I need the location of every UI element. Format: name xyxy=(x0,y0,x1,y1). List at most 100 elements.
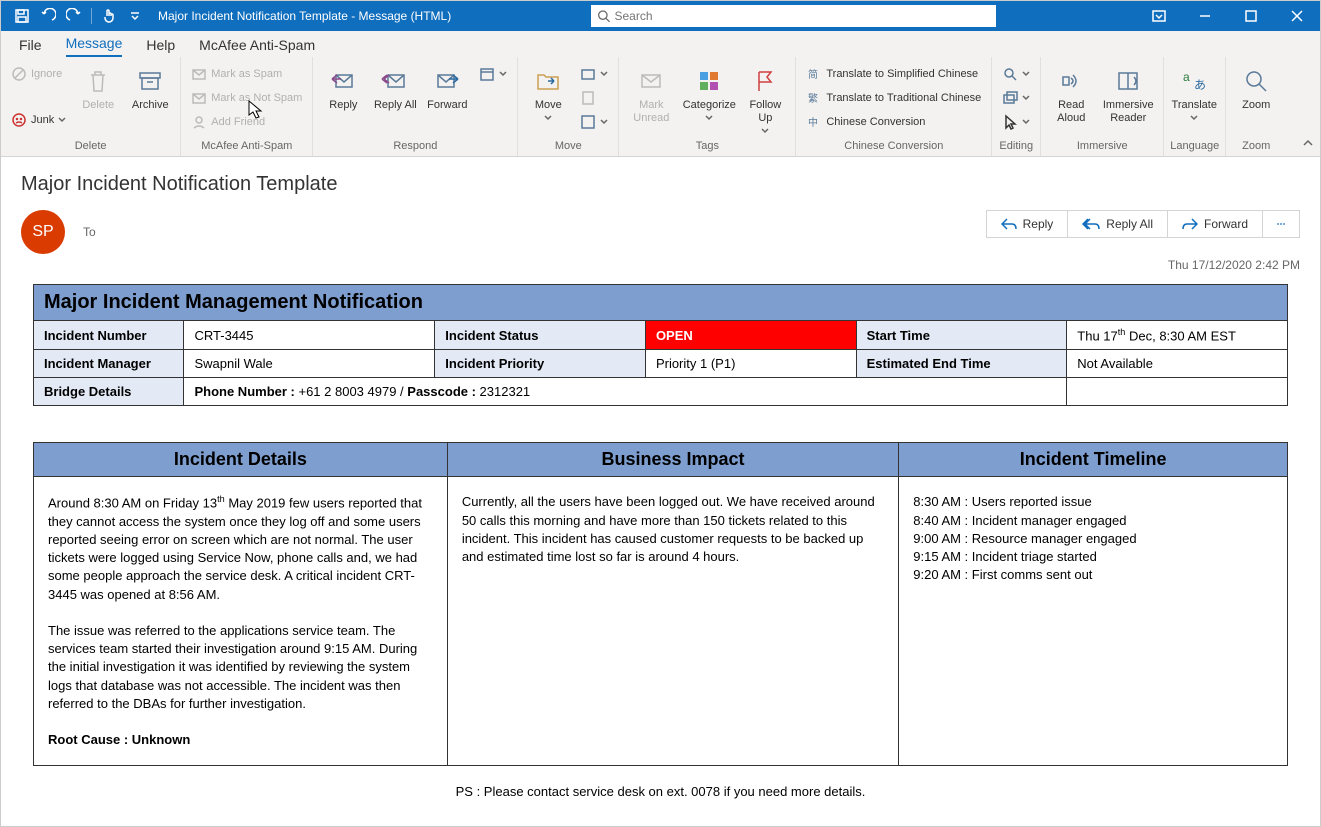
move-button[interactable]: Move xyxy=(524,61,572,122)
group-label: Delete xyxy=(7,138,174,156)
categorize-button[interactable]: Categorize xyxy=(681,61,737,122)
search-icon xyxy=(597,9,610,23)
select-button[interactable] xyxy=(998,111,1034,133)
search-box[interactable] xyxy=(591,5,996,27)
ribbon-group-language: aあTranslate Language xyxy=(1164,57,1226,156)
menu-message[interactable]: Message xyxy=(66,35,123,57)
menu-help[interactable]: Help xyxy=(146,37,175,57)
timeline-header: Incident Timeline xyxy=(899,443,1288,477)
delete-button[interactable]: Delete xyxy=(74,61,122,112)
maximize-icon[interactable] xyxy=(1228,1,1274,31)
translate-button[interactable]: aあTranslate xyxy=(1170,61,1218,122)
forward-button[interactable]: Forward xyxy=(423,61,471,112)
quick-access-toolbar xyxy=(1,5,146,27)
ribbon-display-icon[interactable] xyxy=(1136,1,1182,31)
related-button[interactable] xyxy=(998,87,1034,109)
add-friend-button[interactable]: Add Friend xyxy=(187,111,306,133)
svg-text:繁: 繁 xyxy=(808,92,818,105)
incident-details-table: Incident Details Business Impact Inciden… xyxy=(33,442,1288,766)
move-icon xyxy=(532,65,564,97)
save-icon[interactable] xyxy=(11,5,33,27)
translate-simplified-button[interactable]: 简Translate to Simplified Chinese xyxy=(802,63,985,85)
mark-spam-button[interactable]: Mark as Spam xyxy=(187,63,306,85)
actions-button[interactable] xyxy=(576,111,612,133)
chinese-conversion-button[interactable]: 中Chinese Conversion xyxy=(802,111,985,133)
reply-all-icon xyxy=(379,65,411,97)
find-button[interactable] xyxy=(998,63,1034,85)
archive-button[interactable]: Archive xyxy=(126,61,174,112)
details-cell: Around 8:30 AM on Friday 13th May 2019 f… xyxy=(34,477,448,766)
incident-status-value: OPEN xyxy=(645,321,856,350)
incident-summary-table: Major Incident Management Notification I… xyxy=(33,284,1288,406)
menu-file[interactable]: File xyxy=(19,37,42,57)
immersive-reader-button[interactable]: Immersive Reader xyxy=(1099,61,1157,125)
incident-manager-value: Swapnil Wale xyxy=(184,350,435,378)
group-label: Tags xyxy=(625,138,789,156)
bridge-label: Bridge Details xyxy=(34,378,184,406)
zoom-icon xyxy=(1240,65,1272,97)
reply-all-button[interactable]: Reply All xyxy=(371,61,419,112)
follow-up-button[interactable]: Follow Up xyxy=(741,61,789,135)
minimize-icon[interactable] xyxy=(1182,1,1228,31)
touch-mode-icon[interactable] xyxy=(98,5,120,27)
mark-unread-button[interactable]: Mark Unread xyxy=(625,61,677,125)
read-aloud-button[interactable]: Read Aloud xyxy=(1047,61,1095,125)
calendar-icon xyxy=(479,66,495,82)
undo-icon[interactable] xyxy=(37,5,59,27)
email-body: Major Incident Management Notification I… xyxy=(21,272,1300,817)
junk-button[interactable]: Junk xyxy=(7,109,70,131)
end-time-label: Estimated End Time xyxy=(856,350,1067,378)
qat-dropdown-icon[interactable] xyxy=(124,5,146,27)
ribbon-group-chinese: 简Translate to Simplified Chinese 繁Transl… xyxy=(796,57,992,156)
group-label: Zoom xyxy=(1232,138,1280,156)
priority-label: Incident Priority xyxy=(435,350,646,378)
meeting-button[interactable] xyxy=(475,63,511,85)
zoom-button[interactable]: Zoom xyxy=(1232,61,1280,112)
mark-not-spam-button[interactable]: Mark as Not Spam xyxy=(187,87,306,109)
menu-mcafee[interactable]: McAfee Anti-Spam xyxy=(199,37,315,57)
collapse-ribbon-icon[interactable] xyxy=(1302,137,1314,152)
more-actions-button[interactable] xyxy=(1263,216,1299,232)
ignore-button[interactable]: Ignore xyxy=(7,63,70,85)
header-forward-button[interactable]: Forward xyxy=(1168,211,1263,237)
to-label: To xyxy=(83,225,96,239)
group-label: Respond xyxy=(319,138,511,156)
ribbon-group-editing: Editing xyxy=(992,57,1041,156)
redo-icon[interactable] xyxy=(63,5,85,27)
search-input[interactable] xyxy=(615,9,991,23)
flag-icon xyxy=(749,65,781,97)
incident-manager-label: Incident Manager xyxy=(34,350,184,378)
impact-header: Business Impact xyxy=(447,443,898,477)
chevron-down-icon xyxy=(58,116,66,124)
ignore-icon xyxy=(11,66,27,82)
archive-icon xyxy=(134,65,166,97)
priority-value: Priority 1 (P1) xyxy=(645,350,856,378)
svg-text:中: 中 xyxy=(808,116,818,129)
group-label: Language xyxy=(1170,138,1219,156)
to-field: To xyxy=(83,210,96,254)
close-icon[interactable] xyxy=(1274,1,1320,31)
details-header: Incident Details xyxy=(34,443,448,477)
reading-pane: Major Incident Notification Template SP … xyxy=(1,157,1320,817)
rules-button[interactable] xyxy=(576,63,612,85)
svg-text:简: 简 xyxy=(808,68,818,81)
group-label: Editing xyxy=(998,138,1034,156)
window-controls xyxy=(1136,1,1320,31)
group-label: Chinese Conversion xyxy=(802,138,985,156)
notification-title: Major Incident Management Notification xyxy=(34,285,1288,321)
incident-status-label: Incident Status xyxy=(435,321,646,350)
ribbon-group-move: Move Move xyxy=(518,57,619,156)
cursor-icon xyxy=(1002,114,1018,130)
incident-number-label: Incident Number xyxy=(34,321,184,350)
header-reply-button[interactable]: Reply xyxy=(987,211,1069,237)
group-label: Move xyxy=(524,138,612,156)
email-timestamp: Thu 17/12/2020 2:42 PM xyxy=(21,258,1300,272)
categorize-icon xyxy=(693,65,725,97)
translate-traditional-button[interactable]: 繁Translate to Traditional Chinese xyxy=(802,87,985,109)
reply-button[interactable]: Reply xyxy=(319,61,367,112)
forward-icon xyxy=(431,65,463,97)
header-reply-all-button[interactable]: Reply All xyxy=(1068,211,1168,237)
group-label: Immersive xyxy=(1047,138,1157,156)
add-friend-icon xyxy=(191,114,207,130)
onenote-button[interactable] xyxy=(576,87,612,109)
